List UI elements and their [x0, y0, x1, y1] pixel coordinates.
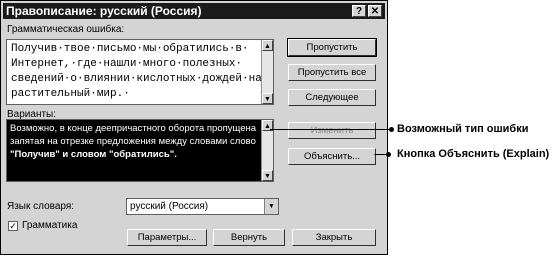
scroll-down-icon[interactable]: ▼: [262, 170, 273, 181]
error-line: Интернет,·где·нашли·много·полезных·: [11, 58, 243, 70]
grammar-error-label: Грамматическая ошибка:: [7, 24, 125, 35]
grammar-checkbox[interactable]: ✓: [8, 221, 18, 231]
dictionary-language-value: русский (Россия): [130, 201, 209, 212]
chevron-down-icon[interactable]: ▼: [264, 199, 278, 214]
error-line: Получив·твое·письмо·мы·обратились·в·: [11, 43, 249, 55]
suggestions-box[interactable]: Возможно, в конце деепричастного оборота…: [6, 119, 274, 182]
scroll-up-icon[interactable]: ▲: [262, 40, 273, 51]
suggestion-line: "Получив" и словом "обратились".: [10, 149, 177, 160]
error-scrollbar[interactable]: ▲ ▼: [261, 40, 273, 104]
dictionary-language-label: Язык словаря:: [7, 201, 75, 212]
explain-button[interactable]: Объяснить...: [288, 148, 376, 165]
scroll-down-icon[interactable]: ▼: [262, 93, 273, 104]
options-button[interactable]: Параметры...: [127, 229, 207, 246]
skip-button[interactable]: Пропустить: [287, 38, 377, 57]
error-type-callout: Возможный тип ошибки: [397, 123, 529, 135]
close-window-button[interactable]: ✕: [368, 5, 382, 17]
close-button[interactable]: Закрыть: [292, 229, 376, 246]
suggestions-text: Возможно, в конце деепричастного оборота…: [7, 120, 261, 181]
suggestion-line: Возможно, в конце деепричастного оборота…: [10, 123, 257, 134]
help-button[interactable]: ?: [352, 5, 366, 17]
change-button[interactable]: Изменить: [288, 122, 376, 139]
undo-button[interactable]: Вернуть: [213, 229, 285, 246]
error-line: сведений·о·влиянии·кислотных·дождей·на·: [11, 73, 269, 85]
skip-all-button[interactable]: Пропустить все: [288, 64, 376, 81]
suggestion-line: запятая на отрезке предложения между сло…: [10, 136, 256, 147]
window-title: Правописание: русский (Россия): [6, 4, 202, 18]
dictionary-language-select[interactable]: русский (Россия) ▼: [126, 198, 279, 215]
title-bar: Правописание: русский (Россия) ? ✕: [3, 3, 385, 19]
grammar-checkbox-label: Грамматика: [22, 220, 78, 231]
callout-leader-line: [270, 129, 388, 130]
error-text-box[interactable]: Получив·твое·письмо·мы·обратились·в· Инт…: [6, 39, 274, 105]
error-text: Получив·твое·письмо·мы·обратились·в· Инт…: [11, 42, 269, 102]
callout-dot: [389, 127, 394, 132]
explain-button-callout: Кнопка Объяснить (Explain): [397, 148, 550, 160]
next-button[interactable]: Следующее: [288, 89, 376, 106]
callout-dot: [386, 152, 391, 157]
spelling-dialog: Правописание: русский (Россия) ? ✕ Грамм…: [0, 0, 388, 255]
error-line: растительный·мир.·: [11, 88, 130, 100]
